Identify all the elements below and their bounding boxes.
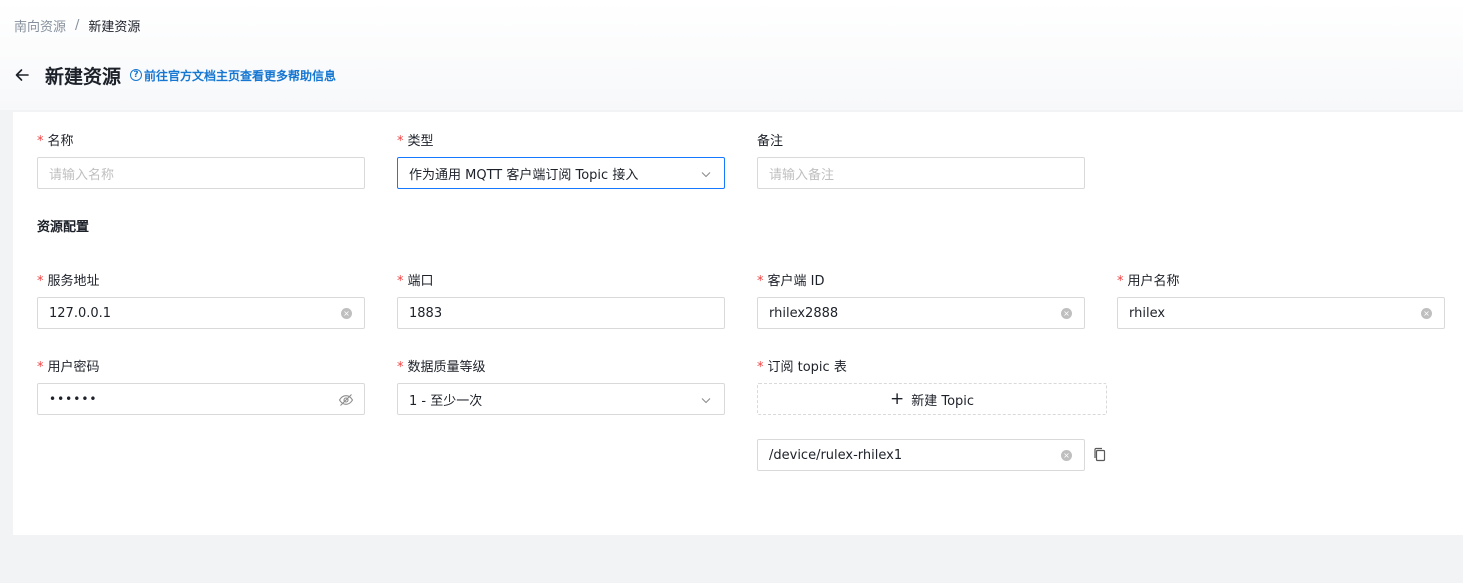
- password-input-value: ••••••: [49, 392, 98, 406]
- back-arrow-icon[interactable]: [12, 65, 32, 85]
- host-label: * 服务地址: [37, 274, 100, 289]
- breadcrumb-separator: /: [75, 18, 80, 33]
- username-input-value: rhilex: [1129, 305, 1166, 321]
- add-topic-label: 新建 Topic: [911, 393, 975, 409]
- port-label: * 端口: [397, 274, 434, 289]
- remark-input[interactable]: 请输入备注: [757, 157, 1085, 189]
- host-input-value: 127.0.0.1: [49, 305, 112, 321]
- topic-input-value: /device/rulex-rhilex1: [769, 447, 903, 463]
- close-circle-icon[interactable]: ×: [341, 308, 352, 319]
- chevron-down-icon: [698, 166, 714, 182]
- copy-icon[interactable]: [1092, 447, 1108, 463]
- page-title: 新建资源: [45, 65, 122, 88]
- type-select[interactable]: 作为通用 MQTT 客户端订阅 Topic 接入: [397, 157, 725, 189]
- username-label: * 用户名称: [1117, 274, 1180, 289]
- form-card: * 名称 请输入名称 * 类型 作为通用 MQTT 客户端订阅 Topic 接入 备…: [13, 112, 1463, 535]
- title-row: 新建资源 ? 前往官方文档主页查看更多帮助信息: [12, 60, 336, 90]
- close-circle-icon[interactable]: ×: [1061, 308, 1072, 319]
- breadcrumb: 南向资源 / 新建资源: [14, 16, 140, 35]
- type-select-value: 作为通用 MQTT 客户端订阅 Topic 接入: [409, 167, 639, 183]
- eye-invisible-icon[interactable]: [338, 392, 354, 408]
- qos-select-value: 1 - 至少一次: [409, 393, 483, 409]
- breadcrumb-parent[interactable]: 南向资源: [14, 16, 66, 35]
- close-circle-icon[interactable]: ×: [1061, 450, 1072, 461]
- client-id-input[interactable]: rhilex2888 ×: [757, 297, 1085, 329]
- port-input[interactable]: 1883: [397, 297, 725, 329]
- help-link[interactable]: ? 前往官方文档主页查看更多帮助信息: [130, 67, 336, 84]
- qos-select[interactable]: 1 - 至少一次: [397, 383, 725, 415]
- type-label: * 类型: [397, 134, 434, 149]
- topics-label: * 订阅 topic 表: [757, 360, 847, 375]
- section-title-resource-config: 资源配置: [37, 220, 90, 235]
- password-label: * 用户密码: [37, 360, 100, 375]
- breadcrumb-current: 新建资源: [88, 20, 141, 35]
- qos-label: * 数据质量等级: [397, 360, 486, 375]
- question-circle-icon: ?: [130, 69, 143, 81]
- remark-label: 备注: [757, 134, 784, 149]
- topic-input[interactable]: /device/rulex-rhilex1 ×: [757, 439, 1085, 471]
- add-topic-button[interactable]: + 新建 Topic: [757, 383, 1107, 415]
- chevron-down-icon: [698, 392, 714, 408]
- plus-icon: +: [889, 388, 905, 409]
- page-header: 南向资源 / 新建资源 新建资源 ? 前往官方文档主页查看更多帮助信息: [0, 0, 1463, 110]
- client-id-label: * 客户端 ID: [757, 274, 825, 289]
- help-link-text[interactable]: 前往官方文档主页查看更多帮助信息: [144, 67, 336, 84]
- password-input[interactable]: ••••••: [37, 383, 365, 415]
- name-input[interactable]: 请输入名称: [37, 157, 365, 189]
- client-id-input-value: rhilex2888: [769, 305, 839, 321]
- username-input[interactable]: rhilex ×: [1117, 297, 1445, 329]
- close-circle-icon[interactable]: ×: [1421, 308, 1432, 319]
- name-label: * 名称: [37, 134, 74, 149]
- host-input[interactable]: 127.0.0.1 ×: [37, 297, 365, 329]
